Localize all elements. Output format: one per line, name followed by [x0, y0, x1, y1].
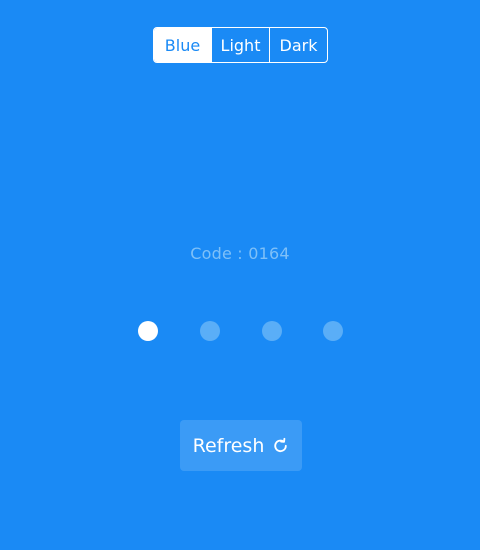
theme-option-light[interactable]: Light	[211, 28, 269, 62]
pin-dot-1	[138, 321, 158, 341]
refresh-button-label: Refresh	[192, 434, 265, 457]
refresh-button[interactable]: Refresh	[180, 420, 302, 471]
refresh-icon	[272, 437, 289, 454]
pin-dot-4	[323, 321, 343, 341]
pin-indicator	[0, 321, 480, 342]
code-label: Code : 0164	[190, 244, 290, 263]
pin-dot-3	[262, 321, 282, 341]
lock-screen: Blue Light Dark Code : 0164 Refresh	[0, 0, 480, 550]
theme-segmented-control: Blue Light Dark	[153, 27, 328, 63]
theme-option-blue[interactable]: Blue	[154, 28, 211, 62]
theme-option-dark[interactable]: Dark	[269, 28, 327, 62]
pin-dot-2	[200, 321, 220, 341]
